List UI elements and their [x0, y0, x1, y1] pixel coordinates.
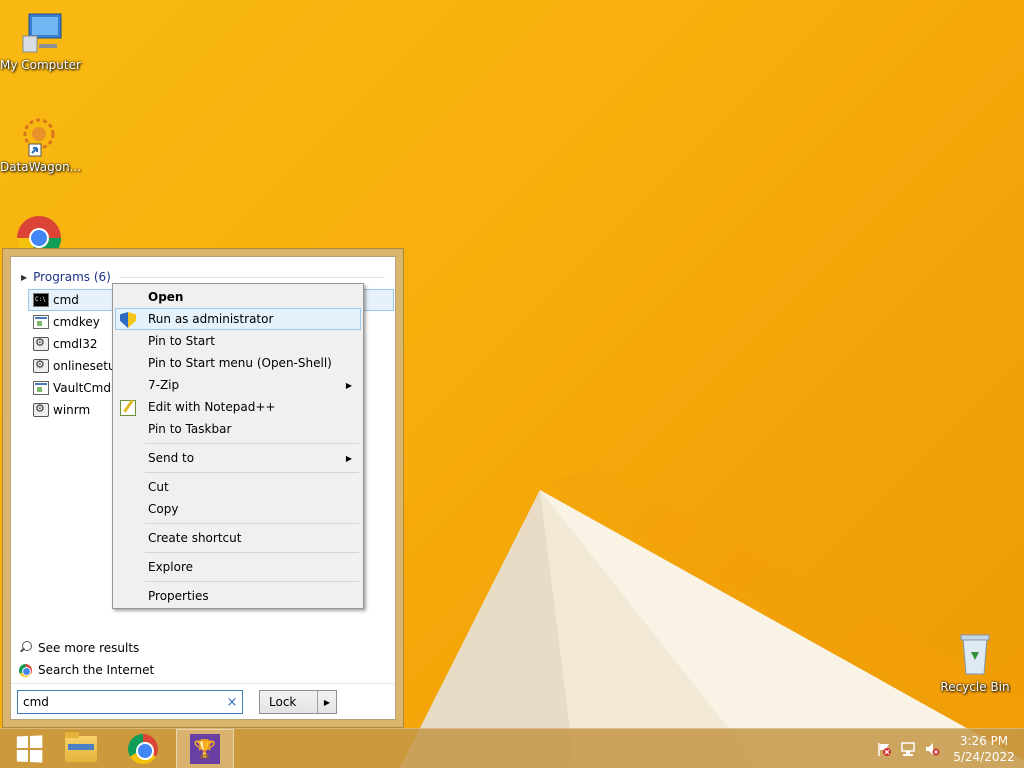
search-internet-link[interactable]: Search the Internet: [19, 663, 154, 677]
search-icon: [19, 641, 33, 655]
clock[interactable]: 3:26 PM 5/24/2022: [944, 733, 1024, 765]
see-more-results-link[interactable]: See more results: [19, 641, 139, 655]
gear-icon: [33, 336, 49, 351]
menu-item-label: Create shortcut: [148, 531, 242, 545]
menu-item-cut[interactable]: Cut: [115, 476, 361, 498]
chrome-icon: [19, 663, 32, 677]
desktop-icon-recycle-bin[interactable]: Recycle Bin: [936, 630, 1014, 694]
menu-separator: [145, 443, 359, 444]
menu-item-open[interactable]: Open: [115, 286, 361, 308]
desktop-icon-label: DataWagon...: [0, 160, 82, 174]
menu-item-run-as-administrator[interactable]: Run as administrator: [115, 308, 361, 330]
clear-icon[interactable]: ×: [222, 695, 242, 710]
menu-item-explore[interactable]: Explore: [115, 556, 361, 578]
chevron-right-icon: ▶: [345, 453, 352, 463]
menu-item-7zip[interactable]: 7-Zip ▶: [115, 374, 361, 396]
gear-icon: [33, 402, 49, 417]
divider: [11, 683, 395, 684]
menu-item-label: Copy: [148, 502, 179, 516]
context-menu: Open Run as administrator Pin to Start P…: [112, 283, 364, 609]
program-label: VaultCmd: [53, 381, 111, 395]
desktop-icon-datawagon[interactable]: DataWagon...: [0, 110, 82, 174]
chevron-right-icon[interactable]: ▶: [318, 691, 336, 713]
expand-triangle-icon: ▶: [21, 272, 28, 282]
window-icon: [33, 315, 49, 329]
menu-separator: [145, 552, 359, 553]
shield-icon: [120, 312, 136, 328]
notepad-icon: [120, 400, 136, 416]
action-center-flag-icon[interactable]: [875, 741, 893, 757]
menu-item-label: Properties: [148, 589, 209, 603]
menu-item-label: Send to: [148, 451, 195, 465]
computer-icon: [15, 8, 63, 56]
program-label: cmdkey: [53, 315, 100, 329]
search-internet-label: Search the Internet: [38, 663, 155, 677]
program-label: cmd: [53, 293, 79, 307]
menu-item-send-to[interactable]: Send to ▶: [115, 447, 361, 469]
windows-logo-icon: [16, 735, 43, 763]
datawagon-icon: [15, 110, 63, 158]
system-tray: 3:26 PM 5/24/2022: [872, 729, 1024, 768]
menu-item-label: Open: [148, 290, 184, 304]
gear-icon: [33, 358, 49, 373]
desktop-icon-label: Recycle Bin: [940, 680, 1010, 694]
menu-item-label: Edit with Notepad++: [148, 400, 276, 414]
network-icon[interactable]: [899, 741, 917, 757]
program-label: winrm: [53, 403, 91, 417]
programs-header-label: Programs (6): [33, 270, 111, 284]
clock-time: 3:26 PM: [959, 734, 1009, 748]
divider: [118, 276, 385, 278]
volume-muted-icon[interactable]: [923, 741, 941, 757]
taskbar-chrome[interactable]: [114, 729, 172, 768]
taskbar: 🏆 3:26 PM 5/24/2022: [0, 728, 1024, 768]
menu-item-label: Pin to Start menu (Open-Shell): [148, 356, 332, 370]
menu-item-label: Explore: [148, 560, 194, 574]
menu-item-properties[interactable]: Properties: [115, 585, 361, 607]
see-more-label: See more results: [38, 641, 140, 655]
menu-item-create-shortcut[interactable]: Create shortcut: [115, 527, 361, 549]
menu-item-copy[interactable]: Copy: [115, 498, 361, 520]
menu-item-pin-to-start-menu[interactable]: Pin to Start menu (Open-Shell): [115, 352, 361, 374]
menu-item-label: 7-Zip: [148, 378, 180, 392]
menu-separator: [145, 472, 359, 473]
menu-item-label: Pin to Start: [148, 334, 215, 348]
menu-item-label: Pin to Taskbar: [148, 422, 232, 436]
folder-icon: [65, 732, 97, 762]
lock-button-group: Lock ▶: [259, 690, 337, 714]
menu-item-pin-to-start[interactable]: Pin to Start: [115, 330, 361, 352]
search-box: ×: [17, 690, 243, 714]
cmd-icon: [33, 293, 49, 307]
search-input[interactable]: [23, 695, 222, 709]
menu-item-pin-to-taskbar[interactable]: Pin to Taskbar: [115, 418, 361, 440]
lock-button[interactable]: Lock: [260, 691, 318, 713]
desktop-icon-my-computer[interactable]: My Computer: [0, 8, 81, 72]
chevron-right-icon: ▶: [345, 380, 352, 390]
menu-item-label: Cut: [148, 480, 169, 494]
window-icon: [33, 381, 49, 395]
trophy-icon: 🏆: [190, 734, 220, 764]
menu-separator: [145, 523, 359, 524]
menu-separator: [145, 581, 359, 582]
desktop-icon-label: My Computer: [0, 58, 81, 72]
clock-date: 5/24/2022: [953, 750, 1015, 764]
menu-item-label: Run as administrator: [148, 312, 274, 326]
start-button[interactable]: [0, 729, 58, 768]
taskbar-file-explorer[interactable]: [52, 729, 110, 768]
program-label: cmdl32: [53, 337, 98, 351]
chrome-icon: [128, 734, 158, 764]
recycle-bin-icon: [951, 630, 999, 678]
taskbar-trophy-app[interactable]: 🏆: [176, 729, 234, 768]
menu-item-edit-with-notepad[interactable]: Edit with Notepad++: [115, 396, 361, 418]
